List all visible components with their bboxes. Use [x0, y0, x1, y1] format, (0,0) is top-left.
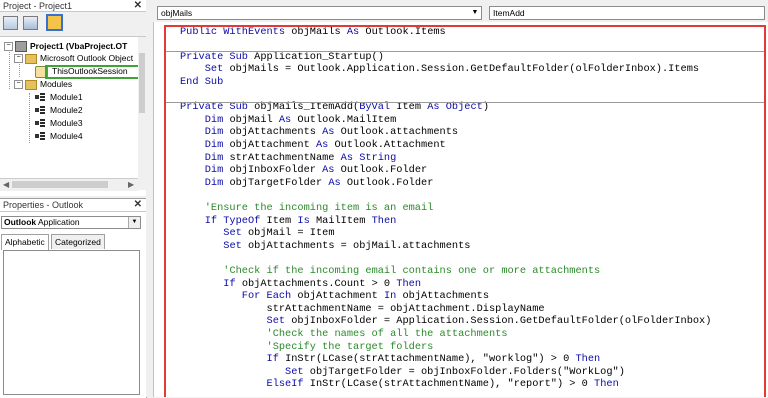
object-dropdown-value: objMails	[161, 8, 193, 18]
view-object-icon[interactable]	[23, 16, 38, 30]
chevron-down-icon[interactable]: ▼	[470, 8, 480, 18]
folder-icon	[25, 79, 37, 90]
project-explorer-title: Project - Project1 ✕	[0, 0, 146, 12]
toggle-folders-icon[interactable]	[46, 14, 63, 31]
tree-item-module[interactable]: Module4	[35, 130, 83, 142]
tree-item-module-label: Module1	[50, 92, 83, 102]
close-icon[interactable]: ✕	[134, 199, 142, 211]
procedure-separator	[166, 102, 764, 103]
tree-item-project-label: Project1 (VbaProject.OT	[30, 41, 128, 51]
vertical-scrollbar[interactable]	[138, 37, 146, 190]
horizontal-scrollbar[interactable]: ◀ ▶	[0, 178, 138, 191]
tree-item-module-label: Module4	[50, 131, 83, 141]
properties-grid[interactable]	[3, 250, 140, 395]
properties-title: Properties - Outlook ✕	[0, 199, 146, 212]
code-highlight-box	[164, 25, 766, 397]
collapse-icon[interactable]: −	[14, 54, 23, 64]
folder-icon	[25, 53, 37, 64]
code-window: objMails ▼ ItemAdd Public WithEvents obj…	[146, 0, 768, 397]
module-icon	[35, 119, 46, 128]
tree-item-module[interactable]: Module2	[35, 104, 83, 116]
procedure-dropdown[interactable]: ItemAdd	[489, 6, 765, 20]
tree-item-project[interactable]: − Project1 (VbaProject.OT	[4, 40, 128, 53]
session-highlight	[45, 65, 142, 79]
tree-item-outlook-objects[interactable]: − Microsoft Outlook Object	[14, 52, 133, 64]
scroll-thumb[interactable]	[12, 181, 108, 188]
view-code-icon[interactable]	[3, 16, 18, 30]
tab-alphabetic[interactable]: Alphabetic	[1, 234, 49, 250]
tree-item-module-label: Module2	[50, 105, 83, 115]
tree-item-module[interactable]: Module3	[35, 117, 83, 129]
project-explorer-title-text: Project - Project1	[3, 1, 73, 11]
procedure-dropdown-value: ItemAdd	[493, 8, 525, 18]
module-icon	[35, 93, 46, 102]
scroll-left-icon[interactable]: ◀	[3, 179, 9, 191]
tree-item-outlook-objects-label: Microsoft Outlook Object	[40, 53, 134, 63]
project-toolbar	[0, 12, 146, 37]
tree-item-module-label: Module3	[50, 118, 83, 128]
properties-window: Properties - Outlook ✕ Outlook Applicati…	[0, 198, 147, 398]
scroll-thumb[interactable]	[139, 53, 145, 113]
project-tree: − Project1 (VbaProject.OT − Microsoft Outl…	[0, 37, 138, 177]
properties-title-text: Properties - Outlook	[3, 200, 84, 210]
project-icon	[15, 41, 27, 53]
tree-item-module[interactable]: Module1	[35, 91, 83, 103]
close-icon[interactable]: ✕	[134, 0, 142, 12]
scroll-right-icon[interactable]: ▶	[128, 179, 134, 191]
module-icon	[35, 132, 46, 141]
object-dropdown[interactable]: objMails ▼	[157, 6, 482, 20]
collapse-icon[interactable]: −	[14, 80, 23, 90]
tree-item-modules[interactable]: − Modules	[14, 78, 72, 90]
collapse-icon[interactable]: −	[4, 42, 13, 52]
project-explorer: Project - Project1 ✕ − Project1 (VbaProje…	[0, 0, 147, 196]
object-type: Application	[38, 217, 80, 227]
tab-categorized[interactable]: Categorized	[51, 234, 105, 249]
chevron-down-icon[interactable]: ▼	[128, 217, 140, 228]
procedure-separator	[166, 51, 764, 52]
module-icon	[35, 106, 46, 115]
object-name: Outlook	[4, 217, 37, 227]
tree-item-modules-label: Modules	[40, 79, 73, 89]
object-selector[interactable]: Outlook Application ▼	[1, 216, 141, 229]
